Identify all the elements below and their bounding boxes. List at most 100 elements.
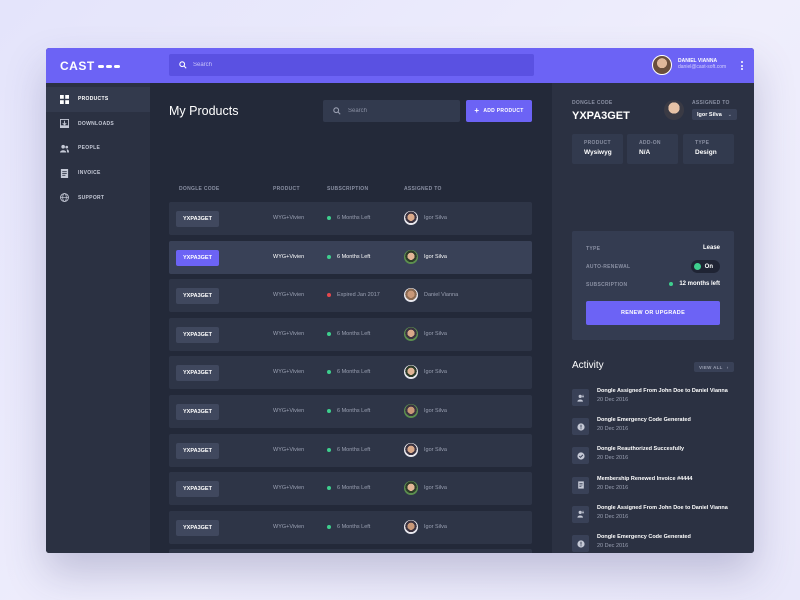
assignee-cell[interactable]: Igor Silva bbox=[404, 249, 447, 264]
toggle-knob bbox=[693, 263, 701, 270]
info-type: TYPE Design bbox=[683, 134, 734, 164]
product-cell: WYG+Vivien bbox=[273, 446, 305, 453]
status-dot-icon bbox=[327, 331, 331, 336]
column-header-subscription[interactable]: SUBSCRIPTION bbox=[327, 186, 368, 192]
table-row[interactable]: YXPA3GETWYG+Vivien6 Months LeftIgor Silv… bbox=[169, 317, 532, 351]
activity-title-text: Dongle Emergency Code Generated bbox=[597, 417, 691, 424]
table-row[interactable]: YXPA3GET WYG+Vivien 6 Months Left Igor Silv… bbox=[169, 433, 532, 467]
product-cell: WYG+Vivien bbox=[273, 485, 305, 492]
table-row[interactable]: YXPA3GETWYG+Vivien6 Months LeftIgor Silv… bbox=[169, 549, 532, 553]
product-cell: WYG+Vivien bbox=[273, 253, 305, 260]
add-product-button[interactable]: + ADD PRODUCT bbox=[466, 100, 532, 122]
sidebar-item-downloads[interactable]: DOWNLOADS bbox=[46, 112, 150, 137]
column-header-assigned-to[interactable]: ASSIGNED TO bbox=[404, 186, 442, 192]
product-cell: WYG+Vivien bbox=[273, 523, 305, 530]
app-window: CAST DANIEL VIANNA daniel@cast-soft.com … bbox=[46, 48, 754, 553]
renew-or-upgrade-button[interactable]: RENEW OR UPGRADE bbox=[586, 301, 720, 325]
dongle-code-badge[interactable]: YXPA3GET bbox=[176, 442, 219, 459]
activity-title: Activity bbox=[572, 360, 604, 371]
dongle-code-badge[interactable]: YXPA3GET bbox=[176, 211, 219, 227]
main-content: My Products + ADD PRODUCT DONGLE CODE PR… bbox=[150, 83, 552, 553]
activity-item[interactable]: Dongle Emergency Code Generated 20 Dec 20… bbox=[572, 532, 742, 553]
column-header-dongle-code[interactable]: DONGLE CODE bbox=[179, 186, 220, 192]
dongle-code-value: YXPA3GET bbox=[572, 110, 630, 122]
product-cell: WYG+Vivien bbox=[273, 408, 305, 414]
activity-title-text: Membership Renewed Invoice #4444 bbox=[597, 475, 693, 482]
avatar bbox=[404, 249, 418, 264]
sidebar-item-invoice[interactable]: INVOICE bbox=[46, 161, 150, 186]
dongle-code-badge[interactable]: YXPA3GET bbox=[176, 326, 219, 343]
assignee-name: Igor Silva bbox=[424, 485, 447, 492]
status-dot-icon bbox=[327, 370, 331, 375]
table-row[interactable]: YXPA3GETWYG+Vivien6 Months LeftIgor Silv… bbox=[169, 395, 532, 428]
assignee-name: Igor Silva bbox=[424, 369, 447, 376]
dongle-code-badge[interactable]: YXPA3GET bbox=[176, 365, 219, 382]
avatar bbox=[404, 365, 418, 380]
table-row[interactable]: YXPA3GETWYG+Vivien6 Months LeftIgor Silv… bbox=[169, 240, 532, 274]
info-product: PRODUCT Wysiwyg bbox=[572, 134, 623, 164]
info-label: PRODUCT bbox=[584, 140, 611, 146]
assignee-cell[interactable]: Igor Silva bbox=[404, 519, 447, 534]
assignee-cell[interactable]: Igor Silva bbox=[404, 326, 447, 341]
logo[interactable]: CAST bbox=[60, 59, 120, 73]
assignee-cell[interactable]: Igor Silva bbox=[404, 404, 447, 418]
assignee-cell[interactable]: Igor Silva bbox=[404, 365, 447, 380]
column-header-product[interactable]: PRODUCT bbox=[273, 186, 300, 192]
subscription-cell: 6 Months Left bbox=[327, 524, 370, 530]
activity-title-text: Dongle Emergency Code Generated bbox=[597, 534, 691, 540]
activity-item[interactable]: Dongle Reauthorized Succesfully 20 Dec 20… bbox=[572, 444, 742, 466]
search-icon bbox=[333, 107, 341, 115]
sidebar-item-label: SUPPORT bbox=[78, 194, 105, 201]
activity-date: 20 Dec 2016 bbox=[597, 426, 629, 433]
dongle-code-badge[interactable]: YXPA3GET bbox=[176, 519, 219, 536]
logo-mark-icon bbox=[97, 64, 120, 68]
auto-renewal-label: AUTO-RENEWAL bbox=[586, 264, 631, 270]
sidebar-item-label: DOWNLOADS bbox=[78, 120, 115, 127]
global-search[interactable] bbox=[169, 54, 534, 76]
dongle-code-badge[interactable]: YXPA3GET bbox=[176, 404, 219, 420]
sidebar: PRODUCTS DOWNLOADS PEOPLE INVOICE SUPPOR… bbox=[46, 83, 150, 553]
dongle-code-badge[interactable]: YXPA3GET bbox=[176, 288, 219, 305]
avatar bbox=[404, 211, 418, 225]
assignee-name: Igor Silva bbox=[424, 523, 447, 530]
dongle-code-badge[interactable]: YXPA3GET bbox=[176, 249, 219, 266]
sidebar-item-products[interactable]: PRODUCTS bbox=[46, 87, 150, 112]
avatar[interactable] bbox=[652, 55, 672, 75]
activity-item[interactable]: Membership Renewed Invoice #4444 20 Dec 2… bbox=[572, 474, 742, 496]
sidebar-item-people[interactable]: PEOPLE bbox=[46, 136, 150, 161]
table-row[interactable]: YXPA3GETWYG+Vivien6 Months LeftIgor Silv… bbox=[169, 472, 532, 506]
subscription-cell: 6 Months Left bbox=[327, 215, 370, 221]
table-row[interactable]: YXPA3GET WYG+Vivien Expired Jan 2017 Daniel… bbox=[169, 279, 532, 313]
assignee-name: Igor Silva bbox=[424, 446, 447, 453]
product-cell: WYG+Vivien bbox=[273, 369, 305, 376]
alert-icon bbox=[572, 535, 589, 552]
table-row[interactable]: YXPA3GETWYG+Vivien6 Months LeftIgor Silv… bbox=[169, 356, 532, 390]
products-search[interactable] bbox=[323, 100, 460, 122]
dongle-code-badge[interactable]: YXPA3GET bbox=[176, 481, 219, 498]
assignee-cell[interactable]: Igor Silva bbox=[404, 481, 447, 496]
subscription-text: 6 Months Left bbox=[337, 523, 371, 530]
view-all-button[interactable]: VIEW ALL › bbox=[694, 362, 734, 372]
auto-renewal-toggle[interactable]: On bbox=[690, 260, 720, 273]
assignee-cell[interactable]: Daniel Vianna bbox=[404, 288, 458, 303]
assignee-cell[interactable]: Igor Silva bbox=[404, 442, 447, 457]
type-label: TYPE bbox=[586, 246, 601, 252]
products-search-input[interactable] bbox=[348, 108, 448, 114]
sidebar-item-support[interactable]: SUPPORT bbox=[46, 185, 150, 210]
chevron-down-icon: ⌄ bbox=[727, 111, 732, 118]
activity-item[interactable]: Dongle Assigned From John Doe to Daniel … bbox=[572, 503, 742, 525]
more-menu-icon[interactable] bbox=[741, 61, 743, 70]
status-dot-icon bbox=[327, 524, 331, 529]
product-cell: WYG+Vivien bbox=[273, 292, 305, 299]
avatar bbox=[404, 442, 418, 457]
user-info: DANIEL VIANNA daniel@cast-soft.com bbox=[678, 58, 726, 71]
table-row[interactable]: YXPA3GET WYG+Vivien 6 Months Left Igor Silv… bbox=[169, 510, 532, 544]
subscription-cell: 6 Months Left bbox=[327, 447, 370, 453]
activity-item[interactable]: Dongle Emergency Code Generated 20 Dec 20… bbox=[572, 415, 742, 437]
activity-item[interactable]: Dongle Assigned From John Doe to Daniel … bbox=[572, 386, 742, 408]
assigned-to-dropdown[interactable]: Igor Silva ⌄ bbox=[692, 109, 737, 120]
user-menu[interactable]: DANIEL VIANNA daniel@cast-soft.com bbox=[652, 55, 726, 75]
global-search-input[interactable] bbox=[193, 62, 493, 68]
table-row[interactable]: YXPA3GETWYG+Vivien6 Months LeftIgor Silv… bbox=[169, 202, 532, 235]
assignee-cell[interactable]: Igor Silva bbox=[404, 211, 447, 225]
